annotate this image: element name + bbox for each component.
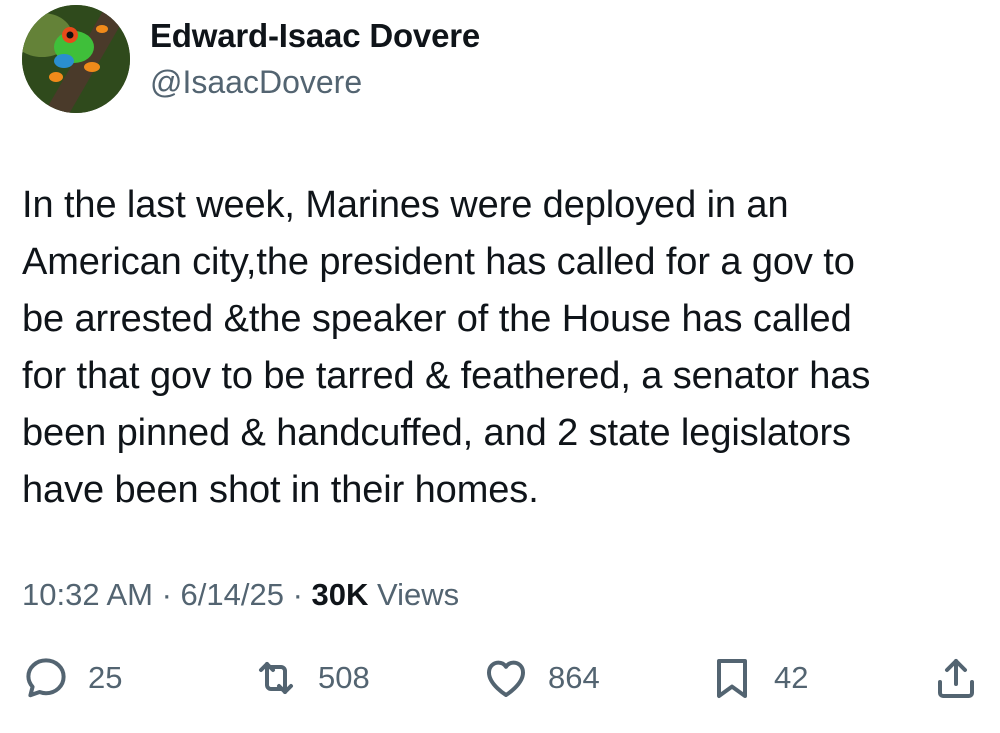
views-count[interactable]: 30K [312,577,369,612]
like-button[interactable]: 864 [482,650,600,706]
tweet-meta: 10:32 AM · 6/14/25 · 30K Views [22,577,459,613]
like-count: 864 [548,660,600,695]
tweet-text-line: American city,the president has called f… [22,241,855,283]
retweet-icon [252,654,300,702]
tweet-text-line: be arrested &the speaker of the House ha… [22,298,852,340]
tweet-text-line: have been shot in their homes. [22,469,539,511]
meta-separator: · [152,577,181,612]
tweet-text-line: been pinned & handcuffed, and 2 state le… [22,412,851,454]
avatar[interactable] [22,5,130,113]
bookmark-count: 42 [774,660,809,695]
action-bar: 25 508 864 42 [0,650,1000,710]
views-label: Views [368,577,460,612]
reply-count: 25 [88,660,123,695]
retweet-count: 508 [318,660,370,695]
meta-separator: · [283,577,312,612]
tweet-date[interactable]: 6/14/25 [181,577,284,612]
retweet-button[interactable]: 508 [252,650,370,706]
share-button[interactable] [932,650,980,706]
share-icon [932,654,980,702]
reply-button[interactable]: 25 [22,650,122,706]
tweet-time[interactable]: 10:32 AM [22,577,153,612]
tweet-text-line: In the last week, Marines were deployed … [22,184,789,226]
tweet-text: In the last week, Marines were deployed … [22,177,982,519]
bookmark-button[interactable]: 42 [708,650,808,706]
bookmark-icon [708,654,756,702]
author-handle[interactable]: @IsaacDovere [150,64,362,101]
reply-icon [22,654,70,702]
frog-avatar-image [22,5,130,113]
author-display-name[interactable]: Edward-Isaac Dovere [150,17,480,55]
heart-icon [482,654,530,702]
tweet-text-line: for that gov to be tarred & feathered, a… [22,355,871,397]
